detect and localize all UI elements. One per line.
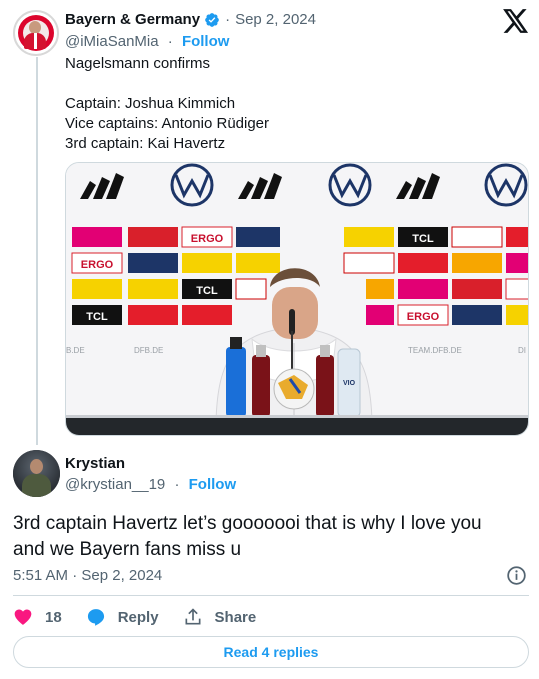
verified-badge-icon [205, 12, 219, 27]
tweet-text-line: Nagelsmann confirms [65, 55, 211, 72]
svg-text:ERGO: ERGO [407, 311, 440, 323]
tweet-text-line: 3rd captain Havertz let’s gooooooi that … [13, 513, 482, 534]
read-replies-button[interactable]: Read 4 replies [13, 636, 529, 668]
share-label: Share [214, 608, 257, 626]
divider [13, 595, 529, 596]
svg-text:TCL: TCL [412, 233, 434, 245]
svg-text:DI: DI [518, 346, 526, 355]
like-button[interactable]: 18 [13, 607, 62, 627]
like-count: 18 [45, 608, 62, 626]
reply-label: Reply [117, 608, 159, 626]
reply-timestamp[interactable]: 5:51 AM · Sep 2, 2024 [13, 567, 162, 584]
svg-text:TCL: TCL [86, 311, 108, 323]
tweet-text-line [65, 74, 269, 94]
parent-handle-row: @iMiaSanMia · Follow [65, 33, 230, 50]
reply-follow-link[interactable]: Follow [189, 476, 237, 493]
action-bar: 18 Reply Share [13, 606, 280, 628]
parent-author-name[interactable]: Bayern & Germany [65, 11, 200, 28]
tweet-text-line: Captain: Joshua Kimmich [65, 95, 236, 112]
reply-handle-row: @krystian__19 · Follow [65, 476, 237, 493]
info-icon[interactable] [506, 565, 527, 586]
heart-icon [14, 609, 32, 625]
parent-author-avatar[interactable] [13, 10, 59, 56]
svg-text:ERGO: ERGO [81, 259, 114, 271]
tweet-text-line: 3rd captain: Kai Havertz [65, 135, 226, 152]
reply-handle[interactable]: @krystian__19 [65, 476, 165, 493]
reply-button[interactable]: Reply [86, 607, 159, 627]
parent-date[interactable]: Sep 2, 2024 [235, 11, 316, 28]
tweet-text-line: Vice captains: Antonio Rüdiger [65, 115, 270, 132]
thread-connector-line [36, 57, 38, 445]
press-conference-illustration: ERGO TCL ERGO TCL TCL ERGO B.DE DFB.DE T… [66, 163, 528, 435]
press-conference-photo[interactable]: ERGO TCL ERGO TCL TCL ERGO B.DE DFB.DE T… [65, 162, 529, 436]
reply-tweet-text: 3rd captain Havertz let’s gooooooi that … [13, 511, 533, 563]
bottle-label: VIO [343, 380, 356, 387]
svg-text:TCL: TCL [196, 285, 218, 297]
reply-author-name[interactable]: Krystian [65, 455, 125, 472]
x-logo-icon[interactable] [503, 9, 529, 33]
svg-text:TEAM.DFB.DE: TEAM.DFB.DE [408, 346, 462, 355]
tweet-text-line: and we Bayern fans miss u [13, 539, 242, 560]
share-button[interactable]: Share [183, 607, 257, 627]
svg-text:DFB.DE: DFB.DE [134, 346, 163, 355]
svg-text:ERGO: ERGO [191, 233, 224, 245]
reply-author-avatar[interactable] [13, 450, 60, 497]
svg-text:B.DE: B.DE [66, 346, 85, 355]
parent-handle[interactable]: @iMiaSanMia [65, 33, 159, 50]
parent-follow-link[interactable]: Follow [182, 33, 230, 50]
parent-tweet-text: Nagelsmann confirms Captain: Joshua Kimm… [65, 54, 269, 154]
parent-header: Bayern & Germany · Sep 2, 2024 [65, 11, 316, 28]
reply-bubble-icon [87, 609, 104, 626]
share-icon [185, 608, 201, 625]
